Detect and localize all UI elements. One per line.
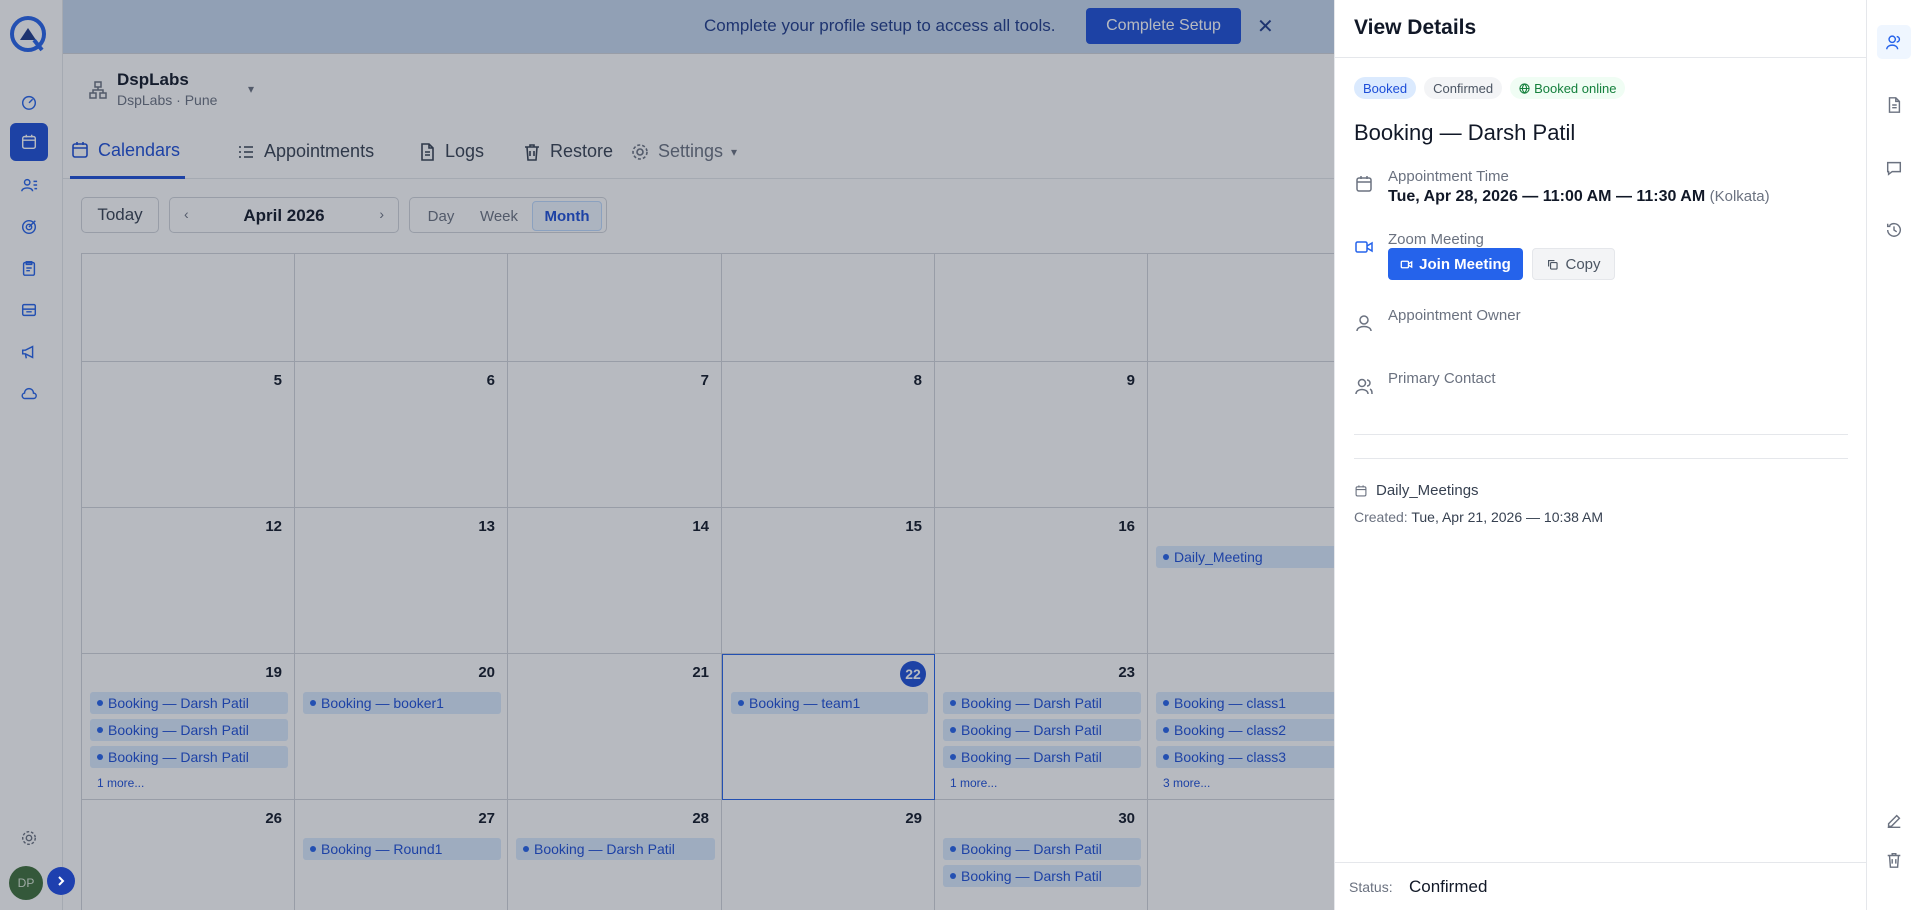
status-label: Status: xyxy=(1349,879,1393,895)
drawer-footer: Status: Confirmed xyxy=(1335,862,1867,910)
calendar-icon xyxy=(1355,484,1367,496)
notes-icon[interactable] xyxy=(1877,88,1911,122)
calendar-icon xyxy=(1356,176,1372,192)
primary-contact-row: Primary Contact xyxy=(1354,370,1854,402)
modal-backdrop[interactable] xyxy=(0,0,1334,910)
status-value: Confirmed xyxy=(1409,877,1488,896)
button-label: Join Meeting xyxy=(1419,255,1511,273)
calendar-name: Daily_Meetings xyxy=(1376,482,1479,499)
divider xyxy=(1354,434,1848,435)
confirmed-badge: Confirmed xyxy=(1424,77,1503,99)
drawer-title: View Details xyxy=(1354,16,1477,39)
created-label: Created: xyxy=(1354,509,1408,525)
details-drawer: View Details Booked Confirmed Booked onl… xyxy=(1334,0,1867,910)
badge-label: Booked online xyxy=(1534,80,1617,96)
zoom-meeting-label: Zoom Meeting xyxy=(1388,231,1484,248)
chevron-right-icon xyxy=(58,876,65,886)
history-icon[interactable] xyxy=(1877,213,1911,247)
zoom-meeting-row: Zoom Meeting Join Meeting Copy xyxy=(1354,231,1854,287)
globe-icon xyxy=(1519,82,1530,94)
contact-panel-icon[interactable] xyxy=(1877,25,1911,59)
calendar-reference: Daily_Meetings xyxy=(1354,482,1479,499)
booking-title: Booking — Darsh Patil xyxy=(1354,120,1576,145)
users-icon xyxy=(1355,378,1373,395)
primary-contact-label: Primary Contact xyxy=(1388,370,1496,387)
edit-icon[interactable] xyxy=(1877,804,1911,838)
video-camera-icon xyxy=(1400,260,1413,268)
user-icon xyxy=(1356,315,1372,332)
right-rail xyxy=(1866,0,1919,910)
drawer-header: View Details xyxy=(1335,0,1867,58)
join-meeting-button[interactable]: Join Meeting xyxy=(1388,248,1523,280)
delete-icon[interactable] xyxy=(1877,843,1911,877)
booked-badge: Booked xyxy=(1354,77,1417,99)
video-camera-icon xyxy=(1355,241,1373,253)
copy-icon xyxy=(1548,259,1559,270)
appointment-time-row: Appointment Time Tue, Apr 28, 2026 — 11:… xyxy=(1354,168,1854,212)
status-tags: Booked Confirmed Booked online xyxy=(1354,77,1626,99)
divider xyxy=(1354,458,1848,459)
created-value: Tue, Apr 21, 2026 — 10:38 AM xyxy=(1411,509,1604,525)
created-info: Created: Tue, Apr 21, 2026 — 10:38 AM xyxy=(1354,509,1603,525)
button-label: Copy xyxy=(1565,255,1601,273)
app-root: DP Complete your profile setup to access… xyxy=(0,0,1919,910)
copy-link-button[interactable]: Copy xyxy=(1532,248,1615,280)
chat-icon[interactable] xyxy=(1877,151,1911,185)
booked-online-badge: Booked online xyxy=(1510,77,1626,99)
appointment-time-text: Tue, Apr 28, 2026 — 11:00 AM — 11:30 AM xyxy=(1388,188,1706,205)
expand-sidebar-button[interactable] xyxy=(47,867,75,895)
appointment-time-value: Tue, Apr 28, 2026 — 11:00 AM — 11:30 AM … xyxy=(1388,188,1770,206)
appointment-owner-row: Appointment Owner xyxy=(1354,307,1854,339)
appointment-owner-label: Appointment Owner xyxy=(1388,307,1521,324)
timezone-label: (Kolkata) xyxy=(1709,188,1770,205)
appointment-time-label: Appointment Time xyxy=(1388,168,1509,185)
